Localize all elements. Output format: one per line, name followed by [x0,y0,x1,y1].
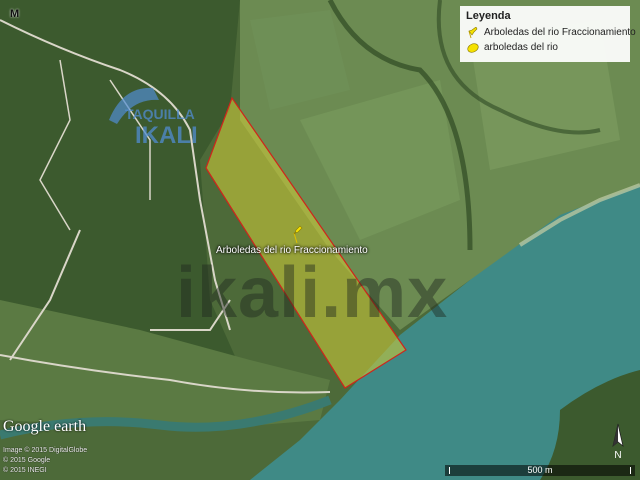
legend-item-pushpin[interactable]: Arboledas del rio Fraccionamiento [466,25,636,40]
imagery-credits: Image © 2015 DigitalGlobe © 2015 Google … [3,446,87,476]
compass-label: N [614,450,621,461]
watermark: ikali.mx [176,253,449,333]
north-arrow-icon[interactable]: N [604,422,632,462]
yellow-pushpin-icon [468,26,478,38]
map-legend: Leyenda Arboledas del rio Fraccionamient… [460,6,636,62]
scale-label: 500 m [527,465,553,475]
yellow-polygon-icon [467,42,479,53]
map-corner-label: M [10,8,20,20]
legend-item-polygon[interactable]: arboledas del rio [466,40,624,55]
scale-bar: 500 m [445,465,635,476]
credit-line: Image © 2015 DigitalGlobe [3,447,88,454]
google-earth-logo: Google earth [3,418,87,435]
legend-title: Leyenda [466,10,511,22]
logo-line-2: IKALI [135,122,198,149]
logo-line-1: TAQUILLA [125,106,195,122]
legend-item-label: arboledas del rio [484,42,558,53]
site-logo: TAQUILLA IKALI [103,80,223,152]
credit-line: © 2015 Google [3,457,51,464]
satellite-map[interactable] [0,0,640,480]
credit-line: © 2015 INEGI [3,467,47,474]
legend-item-label: Arboledas del rio Fraccionamiento [484,27,636,38]
